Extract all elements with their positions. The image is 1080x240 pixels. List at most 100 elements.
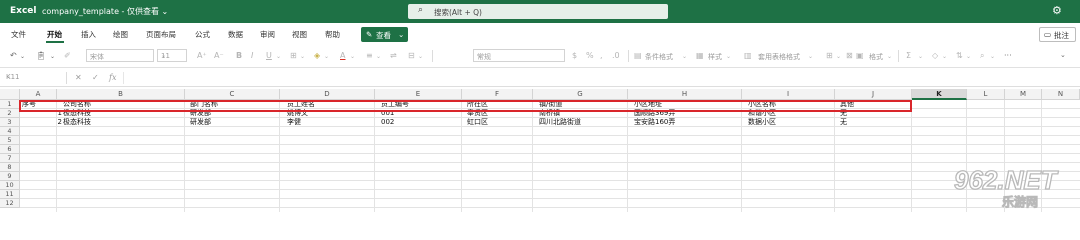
search-box[interactable]: ⌕ 搜索(Alt + Q) (408, 4, 668, 19)
sort-filter-icon[interactable]: ⇅ (956, 51, 963, 60)
row-header[interactable]: 2 (0, 109, 20, 118)
tab-review[interactable]: 审阅 (260, 29, 275, 40)
gear-icon[interactable]: ⚙ (1052, 4, 1062, 17)
row-header[interactable]: 4 (0, 127, 20, 136)
merge-cells-icon[interactable]: ⊟ (408, 51, 415, 60)
chevron-down-icon[interactable]: ⌄ (918, 53, 923, 60)
autosum-icon[interactable]: Σ (906, 51, 911, 60)
row-header[interactable]: 9 (0, 172, 20, 181)
data-cell[interactable]: 002 (381, 118, 394, 127)
tab-home[interactable]: 开始 (47, 29, 62, 40)
name-box[interactable]: K11 ⌄ (4, 72, 56, 84)
table-format-label[interactable]: 套用表格格式 (758, 52, 800, 62)
increase-font-icon[interactable]: A⁺ (197, 51, 207, 60)
data-cell[interactable]: 无 (840, 118, 847, 127)
column-header[interactable]: I (742, 89, 835, 100)
data-cell[interactable]: 李健 (287, 118, 301, 127)
row-header[interactable]: 8 (0, 163, 20, 172)
row-header[interactable]: 12 (0, 199, 20, 208)
decrease-font-icon[interactable]: A⁻ (214, 51, 224, 60)
delete-cells-icon[interactable]: ⊠ (846, 51, 853, 60)
data-cell[interactable]: 虹口区 (467, 118, 488, 127)
column-header[interactable]: G (533, 89, 628, 100)
data-cell[interactable]: 四川北路街道 (539, 118, 581, 127)
row-header[interactable]: 1 (0, 100, 20, 109)
clear-icon[interactable]: ◇ (932, 51, 938, 60)
column-header[interactable]: N (1042, 89, 1080, 100)
column-header[interactable]: H (628, 89, 742, 100)
tab-insert[interactable]: 插入 (81, 29, 96, 40)
chevron-down-icon[interactable]: ⌄ (726, 53, 731, 60)
font-size-select[interactable]: 11 ⌄ (157, 49, 187, 62)
formula-input[interactable] (123, 72, 1075, 84)
fill-color-icon[interactable]: ◈ (314, 51, 320, 60)
tab-data[interactable]: 数据 (228, 29, 243, 40)
data-cell[interactable]: 2 (22, 118, 62, 127)
column-header[interactable]: A (20, 89, 57, 100)
styles-label[interactable]: 样式 (708, 52, 722, 62)
conditional-format-label[interactable]: 条件格式 (645, 52, 673, 62)
chevron-down-icon[interactable]: ⌄ (350, 53, 355, 60)
paste-icon[interactable]: 📋︎ (36, 51, 46, 60)
chevron-down-icon[interactable]: ⌄ (300, 53, 305, 60)
column-header[interactable]: F (462, 89, 533, 100)
conditional-format-icon[interactable]: ▤ (634, 51, 642, 60)
comma-style-icon[interactable]: , (600, 51, 603, 60)
chevron-down-icon[interactable]: ⌄ (836, 53, 841, 60)
currency-icon[interactable]: $ (572, 51, 577, 60)
undo-icon[interactable]: ↶ (10, 51, 17, 60)
row-header[interactable]: 6 (0, 145, 20, 154)
chevron-down-icon[interactable]: ⌄ (50, 53, 55, 60)
bold-icon[interactable]: B (236, 51, 242, 60)
view-mode-button[interactable]: ✎ 查看 ⌄ (361, 27, 408, 42)
chevron-down-icon[interactable]: ⌄ (887, 53, 892, 60)
chevron-down-icon[interactable]: ⌄ (1060, 51, 1066, 59)
tab-draw[interactable]: 绘图 (113, 29, 128, 40)
column-header[interactable]: E (375, 89, 462, 100)
font-name-select[interactable]: 宋体 ⌄ (86, 49, 154, 62)
chevron-down-icon[interactable]: ⌄ (808, 53, 813, 60)
column-header[interactable]: B (57, 89, 185, 100)
row-header[interactable]: 11 (0, 190, 20, 199)
row-header[interactable]: 5 (0, 136, 20, 145)
data-cell[interactable]: 研发部 (190, 118, 211, 127)
wrap-text-icon[interactable]: ⇌ (390, 51, 397, 60)
row-header[interactable]: 3 (0, 118, 20, 127)
format-painter-icon[interactable]: ✐ (64, 51, 71, 60)
data-cell[interactable]: 极态科技 (63, 118, 91, 127)
underline-icon[interactable]: U (266, 51, 272, 60)
data-cell[interactable]: 宝安路160弄 (634, 118, 675, 127)
table-format-icon[interactable]: ▥ (744, 51, 752, 60)
borders-icon[interactable]: ⊞ (290, 51, 297, 60)
comment-button[interactable]: ▭ 批注 (1039, 27, 1076, 42)
tab-view[interactable]: 视图 (292, 29, 307, 40)
chevron-down-icon[interactable]: ⌄ (376, 53, 381, 60)
chevron-down-icon[interactable]: ⌄ (966, 53, 971, 60)
italic-icon[interactable]: I (251, 51, 253, 60)
column-header-selected[interactable]: K (912, 89, 967, 100)
decrease-decimal-icon[interactable]: .0 (612, 51, 620, 60)
document-title[interactable]: company_template - 仅供查看 ⌄ (42, 6, 168, 17)
percent-icon[interactable]: % (586, 51, 594, 60)
column-header[interactable]: M (1005, 89, 1042, 100)
column-header[interactable]: D (280, 89, 375, 100)
format-label[interactable]: 格式 (869, 52, 883, 62)
column-header[interactable]: L (967, 89, 1005, 100)
chevron-down-icon[interactable]: ⌄ (990, 53, 995, 60)
column-header[interactable]: J (835, 89, 912, 100)
chevron-down-icon[interactable]: ⌄ (942, 53, 947, 60)
align-icon[interactable]: ≡ (366, 51, 373, 60)
select-all-corner[interactable] (0, 89, 20, 100)
chevron-down-icon[interactable]: ⌄ (324, 53, 329, 60)
tab-help[interactable]: 帮助 (325, 29, 340, 40)
insert-cells-icon[interactable]: ⊞ (826, 51, 833, 60)
row-header[interactable]: 10 (0, 181, 20, 190)
cancel-icon[interactable]: ✕ (75, 73, 82, 82)
column-header[interactable]: C (185, 89, 280, 100)
confirm-icon[interactable]: ✓ (92, 73, 99, 82)
styles-icon[interactable]: ▦ (696, 51, 704, 60)
row-header[interactable]: 7 (0, 154, 20, 163)
tab-formulas[interactable]: 公式 (195, 29, 210, 40)
chevron-down-icon[interactable]: ⌄ (682, 53, 687, 60)
data-cell[interactable]: 数据小区 (748, 118, 776, 127)
